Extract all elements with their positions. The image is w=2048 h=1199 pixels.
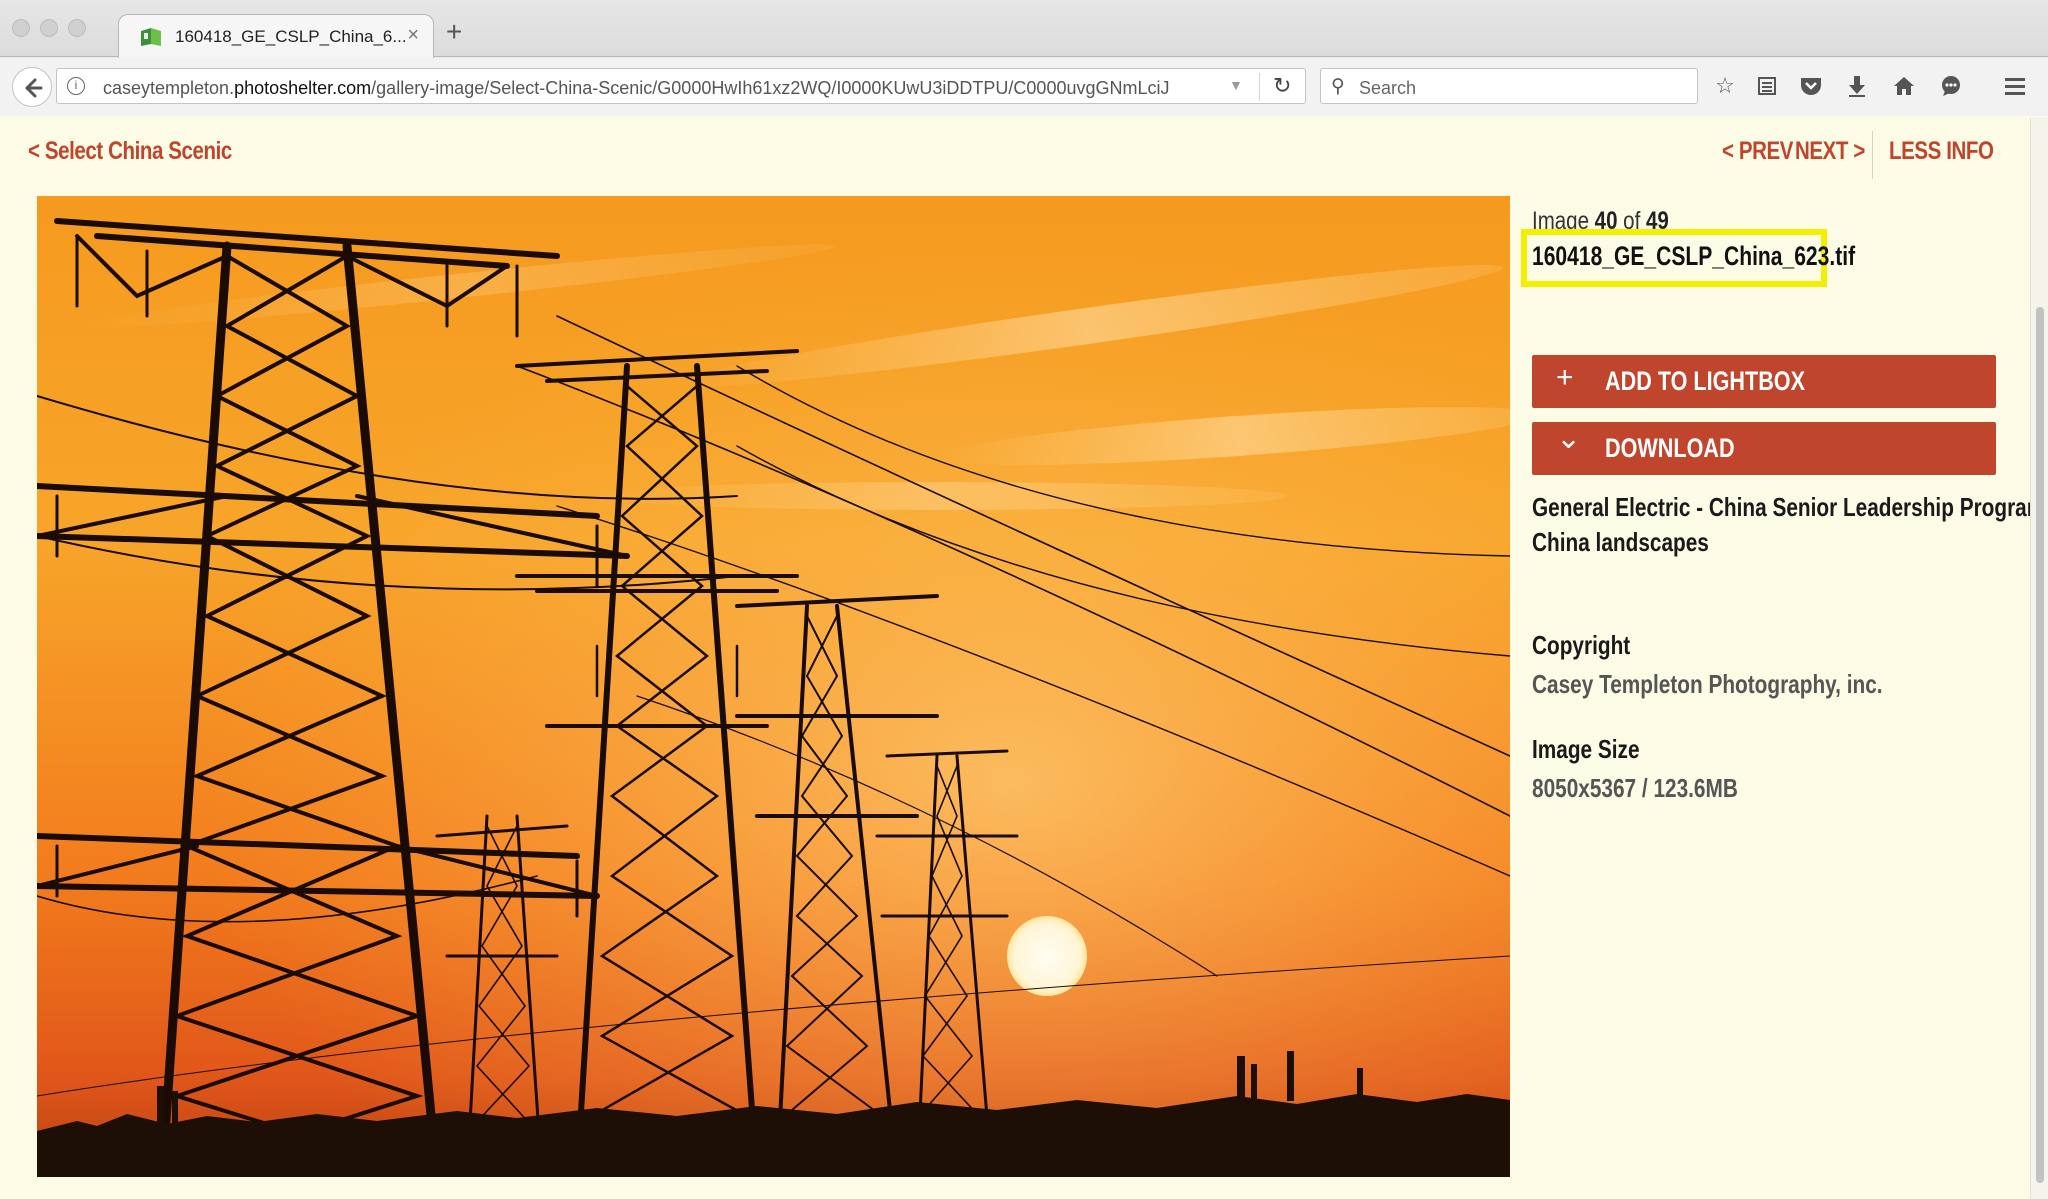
chat-icon[interactable] <box>1935 70 1967 102</box>
image-description-line2: China landscapes <box>1532 527 1709 557</box>
image-size-value: 8050x5367 / 123.6MB <box>1532 773 1738 803</box>
browser-tab-active[interactable]: 160418_GE_CSLP_China_6... × <box>118 14 434 58</box>
address-bar[interactable]: i caseytempleton.photoshelter.com/galler… <box>56 68 1306 104</box>
browser-chrome: 160418_GE_CSLP_China_6... × + i caseytem… <box>0 0 2048 116</box>
page-scrollbar[interactable] <box>2030 117 2048 1199</box>
home-icon[interactable] <box>1888 70 1920 102</box>
prev-image-link[interactable]: < PREV <box>1722 137 1793 166</box>
image-description-line1: General Electric - China Senior Leadersh… <box>1532 492 2046 522</box>
close-window-button[interactable] <box>12 19 30 37</box>
pocket-icon[interactable] <box>1795 70 1827 102</box>
search-input[interactable]: Search <box>1359 78 1416 99</box>
less-info-link[interactable]: LESS INFO <box>1889 137 1994 166</box>
tab-close-icon[interactable]: × <box>407 24 419 47</box>
copyright-label: Copyright <box>1532 630 1631 660</box>
search-icon: ⚲ <box>1331 76 1345 97</box>
minimize-window-button[interactable] <box>40 19 58 37</box>
back-button[interactable] <box>12 67 52 107</box>
image-filename: 160418_GE_CSLP_China_623.tif <box>1532 241 1856 271</box>
search-bar[interactable]: ⚲ Search <box>1320 68 1698 104</box>
url-divider <box>1259 73 1260 101</box>
image-size-label: Image Size <box>1532 734 1640 764</box>
url-history-dropdown-icon[interactable]: ▼ <box>1229 77 1243 93</box>
download-label: DOWNLOAD <box>1605 433 1735 463</box>
photoshelter-favicon-icon <box>141 28 161 46</box>
add-to-lightbox-label: ADD TO LIGHTBOX <box>1605 366 1806 396</box>
reload-icon[interactable]: ↻ <box>1273 73 1291 99</box>
reading-list-icon[interactable] <box>1751 70 1783 102</box>
new-tab-button[interactable]: + <box>446 18 462 46</box>
menu-hamburger-icon[interactable] <box>1999 70 2031 102</box>
chevron-down-icon: ⌄ <box>1556 422 1582 455</box>
main-photo[interactable] <box>37 196 1510 1177</box>
tab-title: 160418_GE_CSLP_China_6... <box>175 27 407 46</box>
maximize-window-button[interactable] <box>68 19 86 37</box>
add-to-lightbox-button[interactable]: + ADD TO LIGHTBOX <box>1532 355 1996 408</box>
next-image-link[interactable]: NEXT > <box>1795 137 1865 166</box>
url-text[interactable]: caseytempleton.photoshelter.com/gallery-… <box>103 78 1170 99</box>
nav-divider <box>1872 131 1873 179</box>
scrollbar-thumb[interactable] <box>2036 307 2044 1183</box>
navigation-toolbar: i caseytempleton.photoshelter.com/galler… <box>0 58 2048 116</box>
gallery-image-page: < Select China Scenic < PREV NEXT > LESS… <box>0 117 2045 1199</box>
downloads-icon[interactable] <box>1841 70 1873 102</box>
copyright-value: Casey Templeton Photography, inc. <box>1532 669 1883 699</box>
download-button[interactable]: ⌄ DOWNLOAD <box>1532 422 1996 475</box>
back-to-gallery-link[interactable]: < Select China Scenic <box>28 137 232 166</box>
bookmark-star-icon[interactable]: ☆ <box>1709 70 1741 102</box>
back-arrow-icon <box>25 78 43 98</box>
info-icon[interactable]: i <box>67 77 85 95</box>
tab-strip: 160418_GE_CSLP_China_6... × + <box>0 0 2048 58</box>
plus-icon: + <box>1556 361 1574 394</box>
